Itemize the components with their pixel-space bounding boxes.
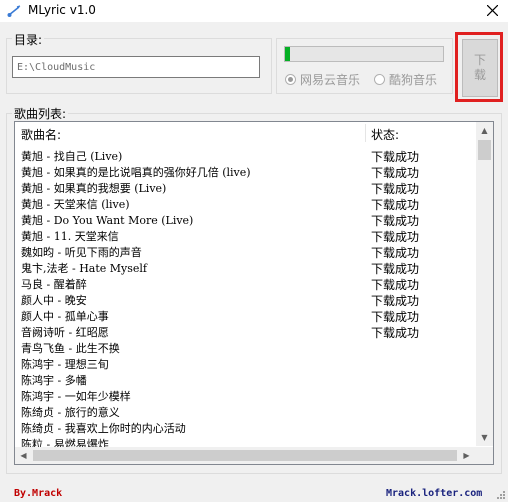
resize-grip-icon[interactable] <box>496 490 506 500</box>
vertical-scrollbar[interactable]: ▲ ▼ <box>476 122 493 446</box>
status-cell: 下载成功 <box>371 246 420 260</box>
song-name-cell: 黄旭 - 11. 天堂来信 <box>21 230 119 243</box>
directory-input[interactable]: E:\CloudMusic <box>12 56 260 78</box>
status-cell: 下载成功 <box>371 166 420 180</box>
footer-author: By.Mrack <box>14 488 63 499</box>
status-cell: 下载成功 <box>371 278 420 292</box>
close-button[interactable] <box>476 0 508 22</box>
song-name-cell: 鬼卞,法老 - Hate Myself <box>21 262 148 275</box>
footer-link[interactable]: Mrack.lofter.com <box>386 488 482 499</box>
table-row[interactable]: 陈鸿宇 - 理想三旬 <box>15 356 475 372</box>
song-name-cell: 陈绮贞 - 旅行的意义 <box>21 406 120 419</box>
table-row[interactable]: 陈绮贞 - 我喜欢上你时的内心活动 <box>15 420 475 436</box>
download-label-1: 下 <box>473 53 486 67</box>
radio-selected-dot <box>288 76 293 82</box>
song-list-label: 歌曲列表: <box>12 105 69 122</box>
status-cell: 下载成功 <box>371 310 420 324</box>
song-name-cell: 马良 - 醒着醉 <box>21 278 87 291</box>
download-highlight: 下 载 <box>455 32 503 102</box>
table-row[interactable]: 陈鸿宇 - 一如年少模样 <box>15 388 475 404</box>
table-row[interactable]: 黄旭 - Do You Want More (Live) 下载成功 <box>15 212 475 228</box>
radio-circle-kugou <box>374 73 385 85</box>
song-name-cell: 黄旭 - 如果真的我想要 (Live) <box>21 182 167 195</box>
table-row[interactable]: 马良 - 醒着醉 下载成功 <box>15 276 475 292</box>
table-row[interactable]: 陈鸿宇 - 多幡 <box>15 372 475 388</box>
status-cell: 下载成功 <box>371 294 420 308</box>
song-name-cell: 黄旭 - 找自己 (Live) <box>21 150 123 163</box>
scroll-down-icon[interactable]: ▼ <box>476 429 493 446</box>
table-row[interactable]: 音阙诗听 - 红昭愿 下载成功 <box>15 324 475 340</box>
table-row[interactable]: 黄旭 - 天堂来信 (live) 下载成功 <box>15 196 475 212</box>
song-name-cell: 陈绮贞 - 我喜欢上你时的内心活动 <box>21 422 186 435</box>
table-row[interactable]: 黄旭 - 11. 天堂来信 下载成功 <box>15 228 475 244</box>
table-row[interactable]: 鬼卞,法老 - Hate Myself 下载成功 <box>15 260 475 276</box>
song-name-cell: 颜人中 - 孤单心事 <box>21 310 109 323</box>
download-progress-bar <box>284 46 444 62</box>
radio-netease[interactable]: 网易云音乐 <box>285 70 360 88</box>
table-row[interactable]: 黄旭 - 如果真的是比说唱真的强你好几倍 (live) 下载成功 <box>15 164 475 180</box>
radio-label-kugou: 酷狗音乐 <box>389 72 438 87</box>
scroll-right-icon[interactable]: ▶ <box>458 447 475 464</box>
close-icon <box>486 4 498 17</box>
horizontal-scrollbar[interactable]: ◀ ▶ <box>15 447 493 464</box>
radio-label-netease: 网易云音乐 <box>300 72 361 87</box>
song-name-cell: 颜人中 - 晚安 <box>21 294 87 307</box>
scroll-left-icon[interactable]: ◀ <box>15 447 32 464</box>
song-name-cell: 黄旭 - Do You Want More (Live) <box>21 214 194 227</box>
status-cell: 下载成功 <box>371 262 420 276</box>
status-cell: 下载成功 <box>371 230 420 244</box>
song-name-cell: 陈鸿宇 - 多幡 <box>21 374 87 387</box>
table-row[interactable]: 颜人中 - 晚安 下载成功 <box>15 292 475 308</box>
status-cell: 下载成功 <box>371 326 420 340</box>
table-row[interactable]: 魏如昀 - 听见下雨的声音 下载成功 <box>15 244 475 260</box>
vertical-scroll-thumb[interactable] <box>478 140 491 160</box>
song-name-cell: 魏如昀 - 听见下雨的声音 <box>21 246 142 259</box>
column-separator <box>365 124 366 142</box>
table-row[interactable]: 黄旭 - 找自己 (Live) 下载成功 <box>15 148 475 164</box>
column-header-name[interactable]: 歌曲名: <box>21 126 61 142</box>
download-button[interactable]: 下 载 <box>462 39 498 97</box>
radio-circle-netease <box>285 73 296 85</box>
table-row[interactable]: 青鸟飞鱼 - 此生不换 <box>15 340 475 356</box>
table-row[interactable]: 陈绮贞 - 旅行的意义 <box>15 404 475 420</box>
music-note-icon <box>7 5 21 17</box>
radio-kugou[interactable]: 酷狗音乐 <box>374 70 437 88</box>
table-row[interactable]: 黄旭 - 如果真的我想要 (Live) 下载成功 <box>15 180 475 196</box>
column-header-status[interactable]: 状态: <box>371 126 399 142</box>
scroll-up-icon[interactable]: ▲ <box>476 122 493 139</box>
horizontal-scroll-thumb[interactable] <box>33 450 457 461</box>
table-row[interactable]: 颜人中 - 孤单心事 下载成功 <box>15 308 475 324</box>
song-name-cell: 音阙诗听 - 红昭愿 <box>21 326 109 339</box>
song-name-cell: 陈鸿宇 - 一如年少模样 <box>21 390 131 403</box>
status-cell: 下载成功 <box>371 182 420 196</box>
status-cell: 下载成功 <box>371 150 420 164</box>
song-name-cell: 黄旭 - 如果真的是比说唱真的强你好几倍 (live) <box>21 166 251 179</box>
progress-fill <box>285 47 290 61</box>
download-label-2: 载 <box>473 68 486 82</box>
window-title: MLyric v1.0 <box>28 3 96 17</box>
song-list[interactable]: 歌曲名: 状态: 黄旭 - 找自己 (Live) 下载成功 黄旭 - 如果真的是比说… <box>14 121 494 465</box>
directory-label: 目录: <box>12 31 45 48</box>
song-name-cell: 陈鸿宇 - 理想三旬 <box>21 358 109 371</box>
status-cell: 下载成功 <box>371 214 420 228</box>
title-bar: MLyric v1.0 <box>0 0 508 22</box>
scroll-corner <box>476 447 493 464</box>
song-name-cell: 黄旭 - 天堂来信 (live) <box>21 198 130 211</box>
song-name-cell: 青鸟飞鱼 - 此生不换 <box>21 342 120 355</box>
status-cell: 下载成功 <box>371 198 420 212</box>
